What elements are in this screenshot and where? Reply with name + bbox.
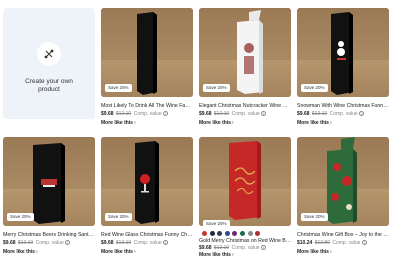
chevron-right-icon: › [133, 120, 136, 126]
chevron-right-icon: › [231, 120, 234, 126]
price-row: $9.68 $12.10 Comp. value i [101, 111, 193, 118]
create-your-own-tile[interactable]: Create your own product [3, 8, 95, 119]
info-icon[interactable]: i [163, 111, 169, 117]
more-like-this-link[interactable]: More like this› [3, 249, 38, 256]
product-title[interactable]: Christmas Wine Gift Box – Joy to the Wor… [297, 232, 389, 239]
info-icon[interactable]: i [359, 111, 365, 117]
original-price: $12.10 [311, 111, 328, 117]
chevron-right-icon: › [329, 120, 332, 126]
price-row: $9.68 $12.10 Comp. value i [101, 240, 193, 247]
comp-value-label: Comp. value [35, 240, 64, 246]
price-row: $9.68 $12.10 Comp. value i [199, 245, 291, 252]
product-title[interactable]: Most Likely To Drink All The Wine Family… [101, 103, 193, 110]
product-title[interactable]: Red Wine Glass Christmas Funny Christm..… [101, 232, 193, 239]
chevron-right-icon: › [231, 252, 234, 258]
price-row: $10.24 $12.80 Comp. value i [297, 240, 389, 247]
product-image[interactable] [199, 137, 291, 226]
color-swatch[interactable] [247, 231, 253, 236]
more-like-this-link[interactable]: More like this› [199, 252, 234, 259]
more-like-this-link[interactable]: More like this› [101, 120, 136, 127]
original-price: $12.10 [213, 245, 230, 251]
color-swatch[interactable] [209, 231, 215, 236]
product-title[interactable]: Snowman With Wine Christmas Funny X... [297, 103, 389, 110]
original-price: $12.10 [115, 240, 132, 246]
sale-price: $9.68 [199, 245, 212, 251]
info-icon[interactable]: i [261, 111, 267, 117]
discount-badge: Save 20% [7, 213, 34, 221]
original-price: $12.80 [314, 240, 330, 246]
product-title[interactable]: Gold Merry Christmas on Red Wine Box [199, 238, 291, 245]
chevron-right-icon: › [35, 249, 38, 255]
discount-badge: Save 20% [203, 84, 230, 92]
comp-value-label: Comp. value [231, 245, 260, 251]
more-like-this-link[interactable]: More like this› [297, 249, 332, 256]
color-swatch[interactable] [239, 231, 245, 236]
color-swatch[interactable] [232, 231, 238, 236]
more-like-this-link[interactable]: More like this› [297, 120, 332, 127]
color-swatch[interactable] [255, 231, 261, 236]
original-price: $12.10 [17, 240, 34, 246]
more-like-this-link[interactable]: More like this› [199, 120, 234, 127]
color-swatch[interactable] [224, 231, 230, 236]
info-icon[interactable]: i [65, 240, 71, 246]
original-price: $12.10 [213, 111, 230, 117]
discount-badge: Save 20% [105, 84, 132, 92]
sale-price: $9.68 [297, 111, 310, 117]
comp-value-label: Comp. value [231, 111, 260, 117]
chevron-right-icon: › [329, 249, 332, 255]
sale-price: $9.68 [101, 240, 114, 246]
more-like-this-link[interactable]: More like this› [101, 249, 136, 256]
comp-value-label: Comp. value [133, 111, 162, 117]
info-icon[interactable]: i [361, 240, 367, 246]
create-label: Create your own product [25, 78, 73, 93]
sale-price: $9.68 [199, 111, 212, 117]
price-row: $9.68 $12.10 Comp. value i [199, 111, 291, 118]
price-row: $9.68 $12.10 Comp. value i [297, 111, 389, 118]
product-title[interactable]: Merry Christmas Beers Drinking Santa B..… [3, 232, 95, 239]
sale-price: $9.68 [101, 111, 114, 117]
sale-price: $9.68 [3, 240, 16, 246]
discount-badge: Save 20% [301, 213, 328, 221]
create-icon [37, 42, 61, 66]
price-row: $9.68 $12.10 Comp. value i [3, 240, 95, 247]
info-icon[interactable]: i [163, 240, 169, 246]
chevron-right-icon: › [133, 249, 136, 255]
comp-value-label: Comp. value [332, 240, 361, 246]
info-icon[interactable]: i [261, 245, 267, 251]
color-swatch[interactable] [217, 231, 223, 236]
discount-badge: Save 20% [301, 84, 328, 92]
comp-value-label: Comp. value [329, 111, 358, 117]
sale-price: $10.24 [297, 240, 313, 246]
color-swatch[interactable] [202, 231, 207, 236]
color-swatches [202, 231, 263, 237]
comp-value-label: Comp. value [133, 240, 162, 246]
product-title[interactable]: Elegant Christmas Nutcracker Wine Box ..… [199, 103, 291, 110]
discount-badge: Save 20% [203, 220, 230, 228]
original-price: $12.10 [115, 111, 132, 117]
discount-badge: Save 20% [105, 213, 132, 221]
